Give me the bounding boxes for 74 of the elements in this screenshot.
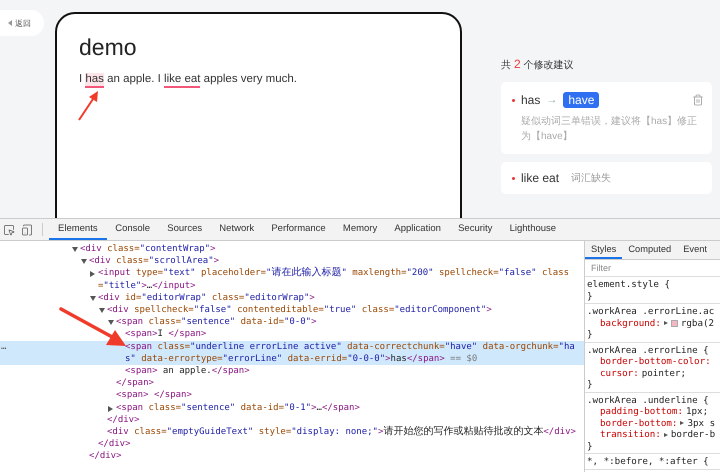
suggestion-count-label: 共 [501,58,511,72]
css-property: background: [600,318,661,329]
code-line[interactable]: <div class="emptyGuideText" style="display: none;">请开始您的写作或粘贴待批改的文本</div> [0,426,584,438]
error-type-label: 词汇缺失 [571,172,612,185]
document-title[interactable]: demo [79,34,438,60]
original-word: like eat [521,171,560,185]
code-line[interactable]: </span> [0,377,584,390]
suggestion-card[interactable]: has → have 疑似动词三单错误，建议将【has】修正为【have】 [501,82,712,154]
code-line[interactable]: </div> [0,450,584,463]
devtools-tab[interactable]: Security [449,219,501,240]
devtools-tab[interactable]: Lighthouse [501,219,565,240]
css-value: 3px s [687,418,716,429]
code-line[interactable]: </div> [0,414,584,426]
expand-triangle-icon[interactable] [99,308,105,314]
code-line[interactable]: <input type="text" placeholder="请在此输入标题" maxlength="200" spellcheck="false" class="title">…</input> [0,267,584,292]
expand-triangle-icon[interactable] [108,406,113,412]
css-selector: .workArea .underline { [587,394,710,406]
css-property: border-bottom: [600,418,678,429]
devtools-tab[interactable]: Application [386,219,450,240]
css-property: border-bottom-color: [600,356,711,368]
css-brace: } [587,329,594,340]
code-line[interactable]: <div class="contentWrap"> [0,243,584,256]
code-line[interactable]: <span class="sentence" data-id="0-1">…</span> [0,402,584,414]
styles-tab[interactable]: Event [677,241,714,259]
css-selector: *, *:before, *:after { [587,456,710,468]
suggestion-card[interactable]: like eat 词汇缺失 [501,162,712,194]
editor-text[interactable]: I has an apple. I like eat apples very much. [79,73,438,85]
devtools-tab[interactable]: Console [106,219,159,240]
code-line[interactable]: <span> an apple.</span> [0,365,584,378]
code-line[interactable]: <div spellcheck="false" contenteditable="true" class="editorComponent"> [0,304,584,316]
code-line[interactable]: </div> [0,438,584,450]
css-selector: .workArea .errorLine { [587,344,710,356]
bullet-icon [512,98,515,102]
css-brace: } [587,379,594,390]
css-value: pointer; [642,368,686,379]
expand-triangle-icon[interactable] [90,296,96,301]
styles-tab[interactable]: Computed [622,241,678,259]
css-value: border-b [670,429,716,440]
expand-triangle-icon[interactable] [108,320,114,326]
expand-triangle-icon[interactable] [72,247,78,252]
css-selector: element.style { [587,279,671,290]
suggestion-count: 2 [514,57,521,71]
code-line[interactable]: <span> </span> [0,389,584,402]
code-line[interactable]: <span>I </span> [0,328,584,341]
back-button[interactable]: 返回 [0,10,44,36]
css-property: padding-bottom: [600,406,683,418]
css-property: transition: [600,429,661,440]
code-line[interactable]: <span class="sentence" data-id="0-0"> [0,316,584,328]
css-brace: } [587,290,594,302]
css-selector: .workArea .errorLine.ac [587,306,716,318]
code-line[interactable]: <div class="scrollArea"> [0,255,584,268]
expand-triangle-icon[interactable] [680,421,684,426]
expand-triangle-icon[interactable] [664,432,668,437]
arrow-symbol: → [546,94,558,106]
devtools-tab[interactable]: Elements [49,219,107,240]
suggestion-count-label: 个修改建议 [524,58,574,72]
bullet-icon [512,176,515,180]
css-property: cursor: [600,368,639,379]
original-word: has [521,93,540,107]
trash-icon[interactable] [692,94,704,106]
devtools-tab[interactable]: Sources [158,219,211,240]
expand-triangle-icon[interactable] [81,259,87,264]
expand-triangle-icon[interactable] [90,271,95,278]
css-value: 1px; [686,406,708,418]
css-value: rgba(2 [680,318,714,329]
devtools-tab[interactable]: Network [210,219,263,240]
suggestion-description: 疑似动词三单错误，建议将【has】修正为【have】 [520,114,698,144]
devtools-tab[interactable]: Performance [262,219,334,240]
replacement-word[interactable]: have [563,92,600,108]
devtools-tab[interactable]: Memory [334,219,386,240]
css-brace: } [587,440,594,452]
color-swatch-icon[interactable] [670,320,678,327]
annotation-arrow [76,90,100,122]
code-line[interactable]: <div id="editorWrap" class="editorWrap"> [0,292,584,304]
